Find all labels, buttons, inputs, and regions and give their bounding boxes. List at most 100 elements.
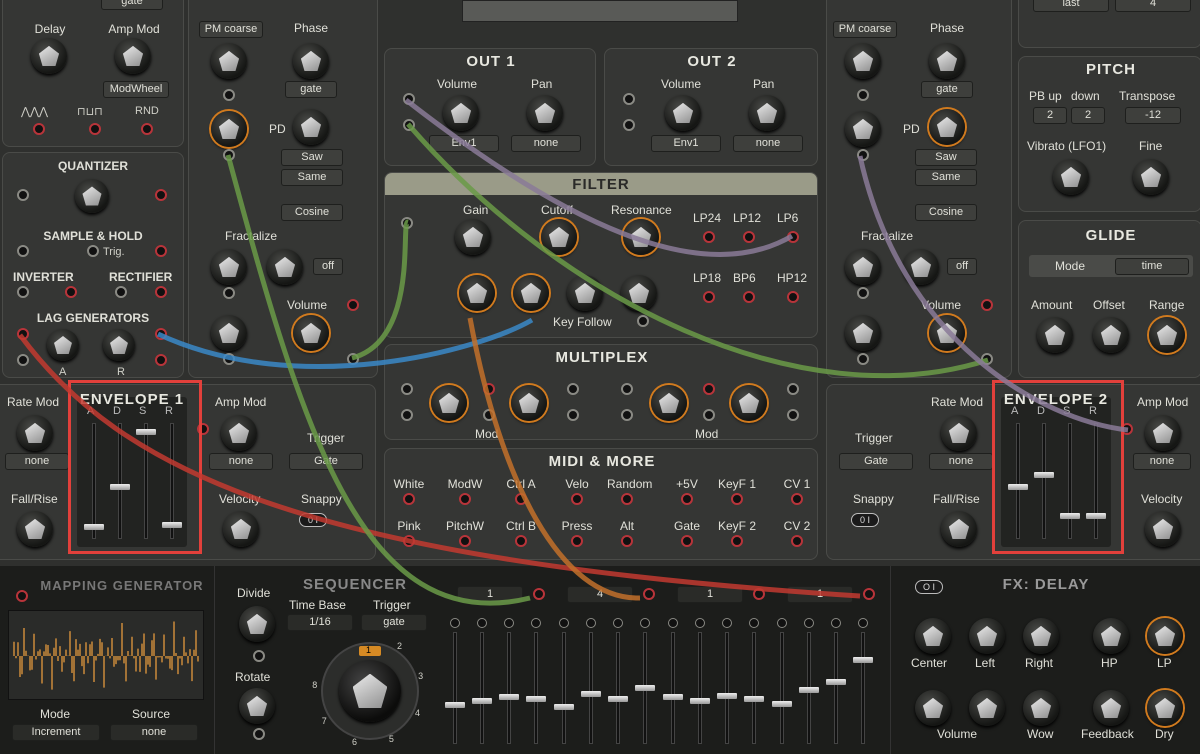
osc1-phase-value[interactable]: gate: [285, 81, 337, 98]
seq-lane-jack[interactable]: [753, 588, 765, 600]
seq-step-gate[interactable]: [722, 618, 733, 628]
midi-source-jack[interactable]: [403, 535, 415, 547]
seq-step-cap[interactable]: [771, 700, 792, 707]
osc1-pm-coarse[interactable]: PM coarse: [199, 21, 263, 38]
quantizer-knob[interactable]: [75, 179, 109, 213]
filter-mode-jack[interactable]: [787, 291, 799, 303]
fine-knob[interactable]: [1133, 159, 1169, 195]
seq-step-gate[interactable]: [667, 618, 678, 628]
seq-step-track[interactable]: [861, 632, 866, 744]
seq-step-cap[interactable]: [853, 657, 874, 663]
osc1-audio-out[interactable]: [347, 353, 359, 365]
osc2-fract-value[interactable]: off: [947, 258, 977, 275]
mux2-mod-jack-2[interactable]: [703, 409, 715, 421]
seq-lane-value[interactable]: 1: [787, 586, 853, 603]
lag-out-2[interactable]: [155, 354, 167, 366]
midi-source-jack[interactable]: [515, 535, 527, 547]
osc2-wave2[interactable]: Same: [915, 169, 977, 186]
osc2-pm-jack[interactable]: [857, 89, 869, 101]
env2-amp-value[interactable]: none: [1133, 453, 1191, 470]
seq-lane-value[interactable]: 4: [567, 586, 633, 603]
osc1-fract-knob-1[interactable]: [211, 249, 247, 285]
osc2-wave3[interactable]: Cosine: [915, 204, 977, 221]
osc1-out-jack[interactable]: [223, 353, 235, 365]
filter-mod-knob-2[interactable]: [513, 275, 549, 311]
delay-feedback-knob[interactable]: [1093, 690, 1129, 726]
delay-knob-3[interactable]: [1023, 690, 1059, 726]
delay-power-toggle[interactable]: O I: [915, 580, 943, 594]
lag-a-knob[interactable]: [47, 329, 79, 361]
filter-in[interactable]: [401, 217, 413, 229]
env2-amp-mod-knob[interactable]: [1145, 415, 1181, 451]
sh-in[interactable]: [17, 245, 29, 257]
osc2-pm-knob[interactable]: [845, 43, 881, 79]
seq-step-track[interactable]: [561, 632, 566, 744]
seq-step-track[interactable]: [670, 632, 675, 744]
seq-step-track[interactable]: [452, 632, 457, 744]
seq-step-track[interactable]: [507, 632, 512, 744]
quantizer-out[interactable]: [155, 189, 167, 201]
seq-rotate-jack[interactable]: [253, 728, 265, 740]
seq-step-gate[interactable]: [749, 618, 760, 628]
filter-mod-knob-1[interactable]: [459, 275, 495, 311]
seq-step-gate[interactable]: [585, 618, 596, 628]
seq-step-track[interactable]: [616, 632, 621, 744]
seq-lane-value[interactable]: 1: [677, 586, 743, 603]
env2-trigger-value[interactable]: Gate: [839, 453, 913, 470]
filter-keyfollow-knob[interactable]: [567, 275, 603, 311]
osc1-volume-knob[interactable]: [293, 315, 329, 351]
lfo-jack-1[interactable]: [33, 123, 45, 135]
env1-amp-value[interactable]: none: [209, 453, 273, 470]
inv-in[interactable]: [17, 286, 29, 298]
out2-pan-mod[interactable]: none: [733, 135, 803, 152]
delay-volume-knob[interactable]: [915, 690, 951, 726]
delay-hp-knob[interactable]: [1093, 618, 1129, 654]
right-4-box[interactable]: 4: [1115, 0, 1191, 12]
seq-step-cap[interactable]: [717, 692, 738, 699]
sh-out[interactable]: [155, 245, 167, 257]
midi-source-jack[interactable]: [459, 493, 471, 505]
inv-out[interactable]: [65, 286, 77, 298]
env2-rate-knob[interactable]: [941, 415, 977, 451]
seq-time-base-value[interactable]: 1/16: [287, 614, 353, 631]
pb-down-value[interactable]: 2: [1071, 107, 1105, 124]
mux2-out-1[interactable]: [787, 383, 799, 395]
env1-snappy-toggle[interactable]: 0 I: [299, 513, 327, 527]
glide-mode-value[interactable]: time: [1115, 258, 1189, 275]
osc2-fract-jack[interactable]: [857, 287, 869, 299]
mux-knob-3[interactable]: [651, 385, 687, 421]
mapping-mode-value[interactable]: Increment: [12, 724, 100, 741]
seq-step-cap[interactable]: [580, 690, 601, 697]
osc2-pd-knob-2[interactable]: [929, 109, 965, 145]
filter-mode-jack[interactable]: [703, 231, 715, 243]
mux2-in-2[interactable]: [621, 409, 633, 421]
env2-fall-rise-knob[interactable]: [941, 511, 977, 547]
env1-velocity-knob[interactable]: [223, 511, 259, 547]
lag-in-2[interactable]: [17, 354, 29, 366]
midi-source-jack[interactable]: [731, 493, 743, 505]
delay-left-knob[interactable]: [969, 618, 1005, 654]
seq-step-cap[interactable]: [499, 693, 520, 700]
midi-source-jack[interactable]: [403, 493, 415, 505]
midi-source-jack[interactable]: [621, 493, 633, 505]
osc1-fract-jack[interactable]: [223, 287, 235, 299]
filter-mode-jack[interactable]: [703, 291, 715, 303]
seq-step-cap[interactable]: [689, 698, 710, 705]
out2-volume-knob[interactable]: [665, 95, 701, 131]
seq-step-gate[interactable]: [803, 618, 814, 628]
seq-step-gate[interactable]: [613, 618, 624, 628]
osc1-vol-knob-1[interactable]: [211, 315, 247, 351]
delay-dry-knob[interactable]: [1147, 690, 1183, 726]
osc2-volume-knob[interactable]: [929, 315, 965, 351]
out1-pan-knob[interactable]: [527, 95, 563, 131]
midi-source-jack[interactable]: [571, 535, 583, 547]
filter-mode-jack[interactable]: [743, 291, 755, 303]
seq-step-gate[interactable]: [640, 618, 651, 628]
osc2-wave1[interactable]: Saw: [915, 149, 977, 166]
delay-lp-knob[interactable]: [1147, 618, 1183, 654]
lfo-jack-2[interactable]: [89, 123, 101, 135]
env2-snappy-toggle[interactable]: 0 I: [851, 513, 879, 527]
out1-volume-knob[interactable]: [443, 95, 479, 131]
osc1-wave3[interactable]: Cosine: [281, 204, 343, 221]
seq-trigger-value[interactable]: gate: [361, 614, 427, 631]
